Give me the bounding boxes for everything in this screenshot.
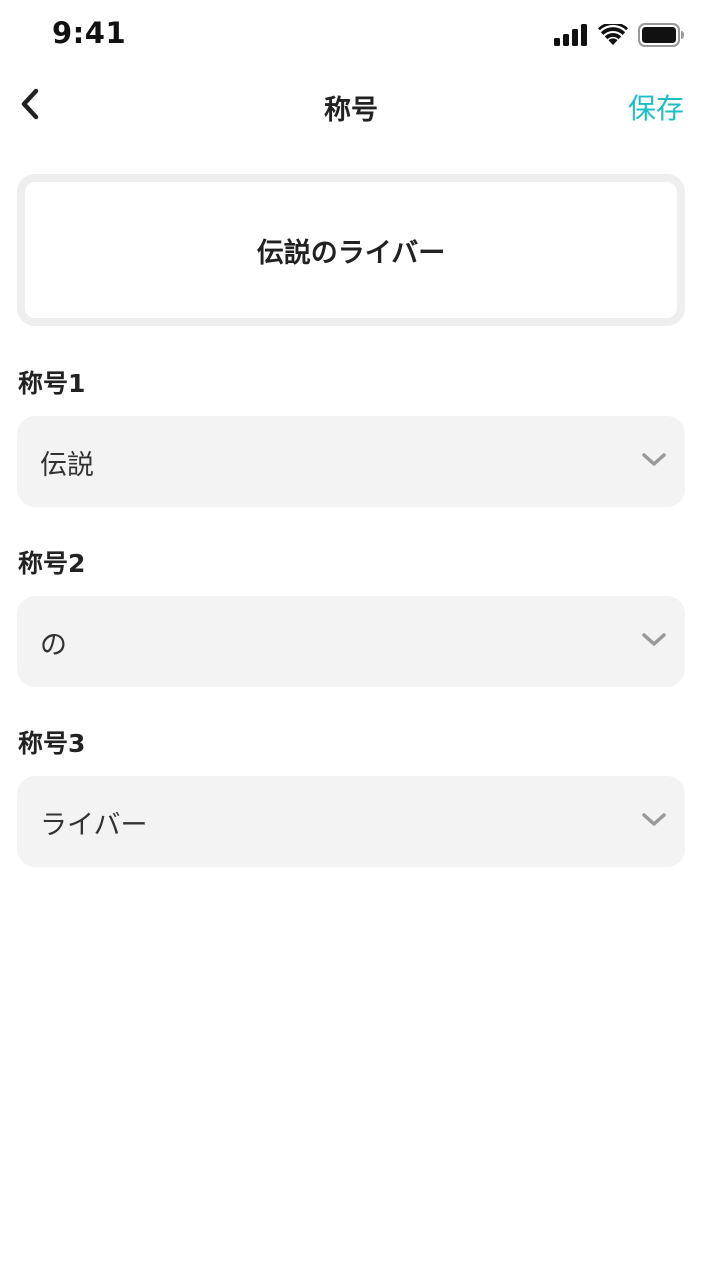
chevron-down-icon <box>641 810 667 830</box>
status-time: 9:41 <box>52 16 127 50</box>
title-1-label: 称号1 <box>18 369 86 398</box>
title-preview-text: 伝説のライバー <box>256 237 446 269</box>
page-title: 称号 <box>324 95 378 126</box>
title-2-label: 称号2 <box>18 549 86 578</box>
title-2-value: の <box>40 630 67 661</box>
chevron-down-icon <box>641 630 667 650</box>
signal-icon <box>554 24 588 46</box>
navigation-bar: 称号 保存 <box>0 70 702 144</box>
chevron-down-icon <box>641 450 667 470</box>
status-bar: 9:41 <box>0 0 702 70</box>
battery-icon <box>638 23 684 47</box>
wifi-icon <box>598 24 628 46</box>
title-3-select[interactable]: ライバー <box>17 776 685 867</box>
title-2-select[interactable]: の <box>17 596 685 687</box>
title-1-select[interactable]: 伝説 <box>17 416 685 507</box>
title-preview-card: 伝説のライバー <box>17 174 685 326</box>
status-icons <box>554 22 684 48</box>
title-1-value: 伝説 <box>40 450 94 481</box>
save-button[interactable]: 保存 <box>628 87 684 127</box>
title-settings-screen: 9:41 称号 保存 伝説のライバー 称号1 伝説 称号2 の 称号3 ライバー <box>0 0 702 1266</box>
title-3-value: ライバー <box>40 810 148 841</box>
title-3-label: 称号3 <box>18 729 86 758</box>
